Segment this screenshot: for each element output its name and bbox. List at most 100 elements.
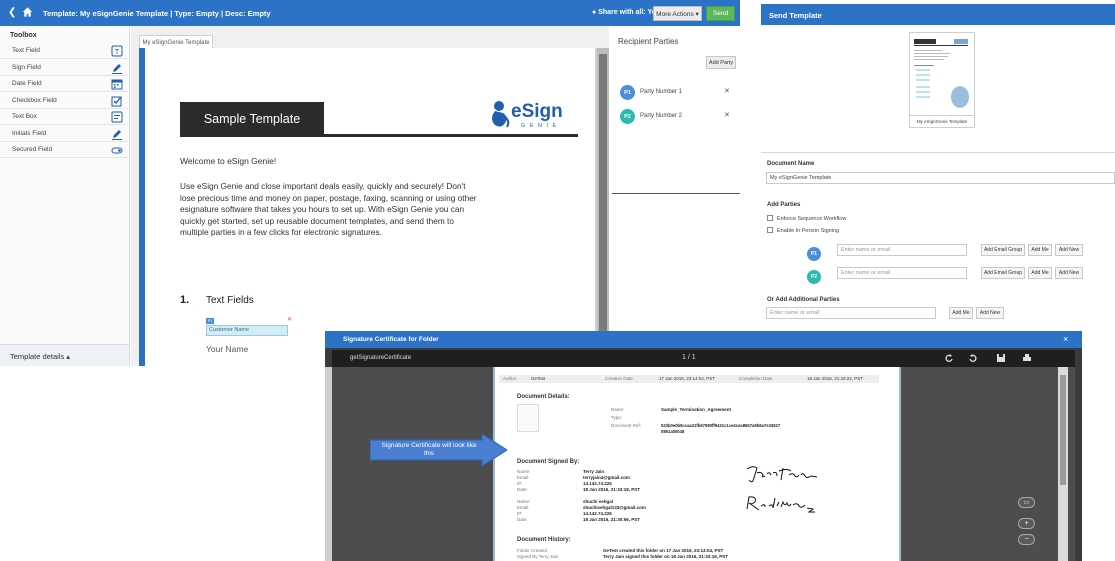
signer-ip-label: IP: <box>517 511 523 516</box>
toolbox-item-label: Secured Field <box>12 146 53 153</box>
toolbox-item[interactable]: Checkbox Field <box>0 93 129 109</box>
template-thumbnail[interactable] <box>909 32 975 116</box>
pdf-scrollbar[interactable] <box>1058 367 1068 561</box>
add-me-button[interactable]: Add Me <box>949 307 973 319</box>
send-button[interactable]: Send <box>706 6 735 21</box>
party-badge: P2 <box>807 270 821 284</box>
toolbox-item[interactable]: Sign Field <box>0 60 129 76</box>
text-field-icon: T <box>111 45 123 57</box>
history-heading: Document History: <box>517 537 571 543</box>
in-person-checkbox[interactable]: Enable In Person Signing <box>767 227 839 234</box>
field-party-tag-label: P1 <box>207 319 213 323</box>
share-label: Share with all: Yes <box>598 9 660 16</box>
add-email-group-button[interactable]: Add Email Group <box>981 244 1025 256</box>
intro-paragraph: Use eSign Genie and close important deal… <box>180 181 477 238</box>
welcome-heading: Welcome to eSign Genie! <box>180 156 277 166</box>
template-title: Template: My eSignGenie Template | Type:… <box>43 9 271 18</box>
pdf-side-strip <box>325 367 332 561</box>
history-value: Terry Jain signed this folder on 18 Jan … <box>603 554 728 559</box>
add-me-button[interactable]: Add Me <box>1028 244 1052 256</box>
signer-name-label: Name: <box>517 469 531 474</box>
add-new-button[interactable]: Add New <box>976 307 1004 319</box>
document-page: Sample Template eSign G E N I E Welcome … <box>145 48 597 366</box>
esign-genie-logo: eSign G E N I E <box>492 101 563 129</box>
share-with-all[interactable]: ● Share with all: Yes <box>592 9 660 16</box>
certificate-page: Author GeTest Creation Date 17 Jan 2016,… <box>493 367 901 561</box>
rotate-left-icon[interactable] <box>944 353 954 363</box>
party-row[interactable]: P1 Party Number 1 ✕ <box>618 82 740 106</box>
document-tab[interactable]: My eSignGenie Template <box>139 35 213 49</box>
party-badge: P1 <box>807 247 821 261</box>
in-person-label: Enable In Person Signing <box>777 228 840 234</box>
party-badge: P2 <box>620 109 635 124</box>
toolbox-item[interactable]: Date Field <box>0 76 129 92</box>
pen-icon <box>112 129 122 140</box>
home-icon[interactable] <box>22 6 33 18</box>
toolbox-item[interactable]: Text Field T <box>0 43 129 59</box>
recipient-parties-title: Recipient Parties <box>618 37 679 46</box>
toolbox-panel: Toolbox Text Field T Sign Field Date Field C… <box>0 26 130 366</box>
print-icon[interactable] <box>1022 353 1032 363</box>
toolbox-item-label: Sign Field <box>12 63 41 71</box>
certificate-header: Signature Certificate for Folder × <box>325 331 1082 348</box>
signed-by-heading: Document Signed By: <box>517 459 580 465</box>
add-new-button[interactable]: Add New <box>1055 244 1083 256</box>
toolbox-item[interactable]: Secured Field <box>0 142 129 158</box>
enforce-sequence-checkbox[interactable]: Enforce Sequence Workflow <box>767 215 846 222</box>
field-party-tag: P1 <box>206 318 214 324</box>
document-scrollbar[interactable] <box>597 48 609 366</box>
send-template-dialog: Send Template My eSignGenie Template Doc… <box>761 4 1115 369</box>
party-1-email-input[interactable]: Enter name or email <box>837 244 967 256</box>
back-arrow-icon[interactable]: ❮ <box>8 7 16 18</box>
party-row[interactable]: P2 Party Number 2 ✕ <box>618 106 740 130</box>
remove-party-icon[interactable]: ✕ <box>724 111 730 119</box>
signer-email: shuchisehgal133@gmail.com <box>583 505 646 510</box>
add-email-group-button[interactable]: Add Email Group <box>981 267 1025 279</box>
template-details-label: Template details ▴ <box>10 352 71 361</box>
customer-name-field[interactable]: Customer Name <box>206 325 288 336</box>
svg-text:eSign: eSign <box>511 101 563 122</box>
author-value: GeTest <box>531 376 546 381</box>
add-new-button[interactable]: Add New <box>1055 267 1083 279</box>
svg-text:G E N I E: G E N I E <box>521 123 558 129</box>
close-icon[interactable]: × <box>1063 334 1068 344</box>
page-indicator: 1 / 1 <box>682 354 696 361</box>
document-name-input[interactable]: My eSignGenie Template <box>766 172 1115 184</box>
author-label: Author <box>503 376 517 381</box>
party-2-email-input[interactable]: Enter name or email <box>837 267 967 279</box>
fit-page-button[interactable]: ▭ <box>1018 497 1035 508</box>
remove-party-icon[interactable]: ✕ <box>724 87 730 95</box>
completion-date-value: 18 Jan 2016, 21:33:22, PST <box>807 376 864 381</box>
zoom-in-button[interactable]: + <box>1018 518 1035 529</box>
additional-party-input[interactable]: Enter name or email <box>766 307 936 319</box>
pdf-scrollbar-thumb[interactable] <box>1060 375 1066 485</box>
rotate-right-icon[interactable] <box>968 353 978 363</box>
add-me-button[interactable]: Add Me <box>1028 267 1052 279</box>
send-label: Send <box>712 10 729 17</box>
sample-template-banner: Sample Template <box>180 102 324 136</box>
send-template-divider <box>761 152 1115 153</box>
thumbnail-caption: My eSignGenie Template <box>909 116 975 128</box>
signer-ip: 14.142.74.226 <box>583 511 612 516</box>
doc-name-label: Name: <box>611 407 625 412</box>
send-template-header: Send Template <box>761 4 1115 25</box>
signer-date-label: Date: <box>517 487 528 492</box>
signer-name-label: Name: <box>517 499 531 504</box>
add-parties-label: Add Parties <box>767 202 801 208</box>
zoom-out-button[interactable]: − <box>1018 534 1035 545</box>
save-icon[interactable] <box>996 353 1006 363</box>
toolbox-item-label: Date Field <box>12 80 42 87</box>
add-party-button[interactable]: Add Party <box>706 56 736 69</box>
toolbox-item[interactable]: Text Box <box>0 109 129 125</box>
scrollbar-thumb[interactable] <box>599 54 607 354</box>
creation-date-value: 17 Jan 2016, 23:14:04, PST <box>659 376 716 381</box>
checkbox-box <box>767 215 773 221</box>
template-details-toggle[interactable]: Template details ▴ <box>0 344 129 366</box>
remove-field-icon[interactable]: ✕ <box>287 316 292 323</box>
more-actions-button[interactable]: More Actions ▾ <box>653 6 702 21</box>
editor-header: ❮ Template: My eSignGenie Template | Typ… <box>0 0 740 26</box>
toolbox-item[interactable]: Initials Field <box>0 126 129 142</box>
template-editor-window: ❮ Template: My eSignGenie Template | Typ… <box>0 0 740 366</box>
checkbox-icon <box>111 96 122 106</box>
pen-icon <box>112 63 122 74</box>
